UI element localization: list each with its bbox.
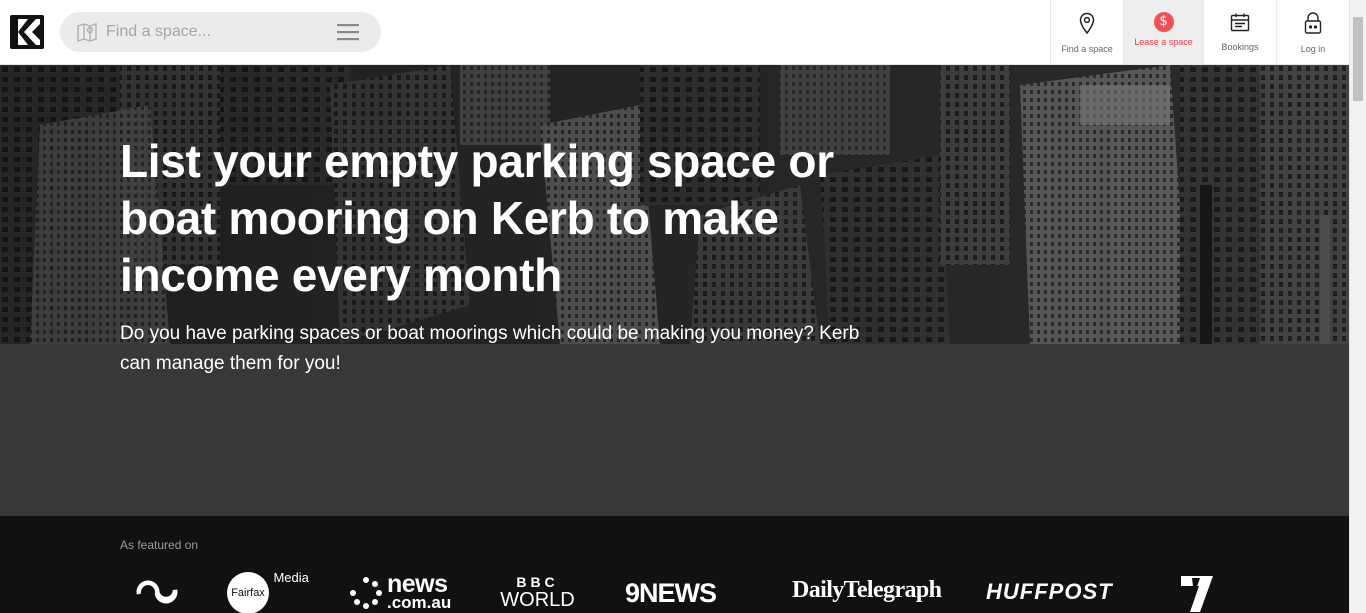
world-text: WORLD xyxy=(500,589,575,611)
scrollbar-thumb[interactable] xyxy=(1353,17,1363,101)
hamburger-menu-icon[interactable] xyxy=(337,23,359,46)
hero-section: List your empty parking space or boat mo… xyxy=(0,65,1349,516)
nav-label: Log in xyxy=(1300,44,1326,54)
daily-telegraph-logo: DailyTelegraph xyxy=(792,577,942,603)
news-domain-text: .com.au xyxy=(387,593,452,612)
search-bar[interactable] xyxy=(60,12,381,52)
location-pin-icon xyxy=(1079,12,1095,39)
nav-log-in[interactable]: Log in xyxy=(1276,0,1349,64)
seven-logo xyxy=(1180,575,1214,613)
nav-find-a-space[interactable]: Find a space xyxy=(1050,0,1123,64)
calendar-icon xyxy=(1230,12,1250,37)
bbc-world-logo: BBC WORLD xyxy=(495,574,580,610)
fairfax-badge: Fairfax xyxy=(227,572,269,613)
featured-label: As featured on xyxy=(120,538,199,552)
bbc-text: BBC xyxy=(516,574,559,590)
kerb-logo[interactable] xyxy=(10,15,44,49)
featured-on-section: As featured on Fairfax Media news .com.a… xyxy=(0,516,1349,613)
main-nav: Find a space $ Lease a space Bookings Lo… xyxy=(1050,0,1349,64)
nav-label: Bookings xyxy=(1221,42,1259,52)
hero-subtitle: Do you have parking spaces or boat moori… xyxy=(120,323,860,374)
abc-logo xyxy=(136,574,180,613)
nine-news-logo: 9NEWS xyxy=(625,578,717,608)
map-icon xyxy=(76,21,98,48)
hero-content: List your empty parking space or boat mo… xyxy=(120,133,880,379)
news-dots-icon xyxy=(350,577,382,609)
hero-title: List your empty parking space or boat mo… xyxy=(120,135,834,301)
search-input[interactable] xyxy=(106,12,326,52)
huffpost-logo: HUFFPOST xyxy=(986,579,1113,604)
dollar-icon: $ xyxy=(1153,12,1174,32)
nav-label: Find a space xyxy=(1061,44,1113,54)
nav-lease-a-space[interactable]: $ Lease a space xyxy=(1123,0,1203,64)
nav-bookings[interactable]: Bookings xyxy=(1203,0,1276,64)
lock-icon xyxy=(1304,12,1322,39)
fairfax-media-logo: Fairfax Media xyxy=(227,570,309,613)
press-logos: Fairfax Media news .com.au BBC WORLD 9NE… xyxy=(120,570,1230,613)
top-header: Find a space $ Lease a space Bookings Lo… xyxy=(0,0,1349,65)
nav-label: Lease a space xyxy=(1134,37,1193,47)
page-scrollbar[interactable] xyxy=(1349,0,1366,613)
fairfax-media-text: Media xyxy=(273,570,309,585)
